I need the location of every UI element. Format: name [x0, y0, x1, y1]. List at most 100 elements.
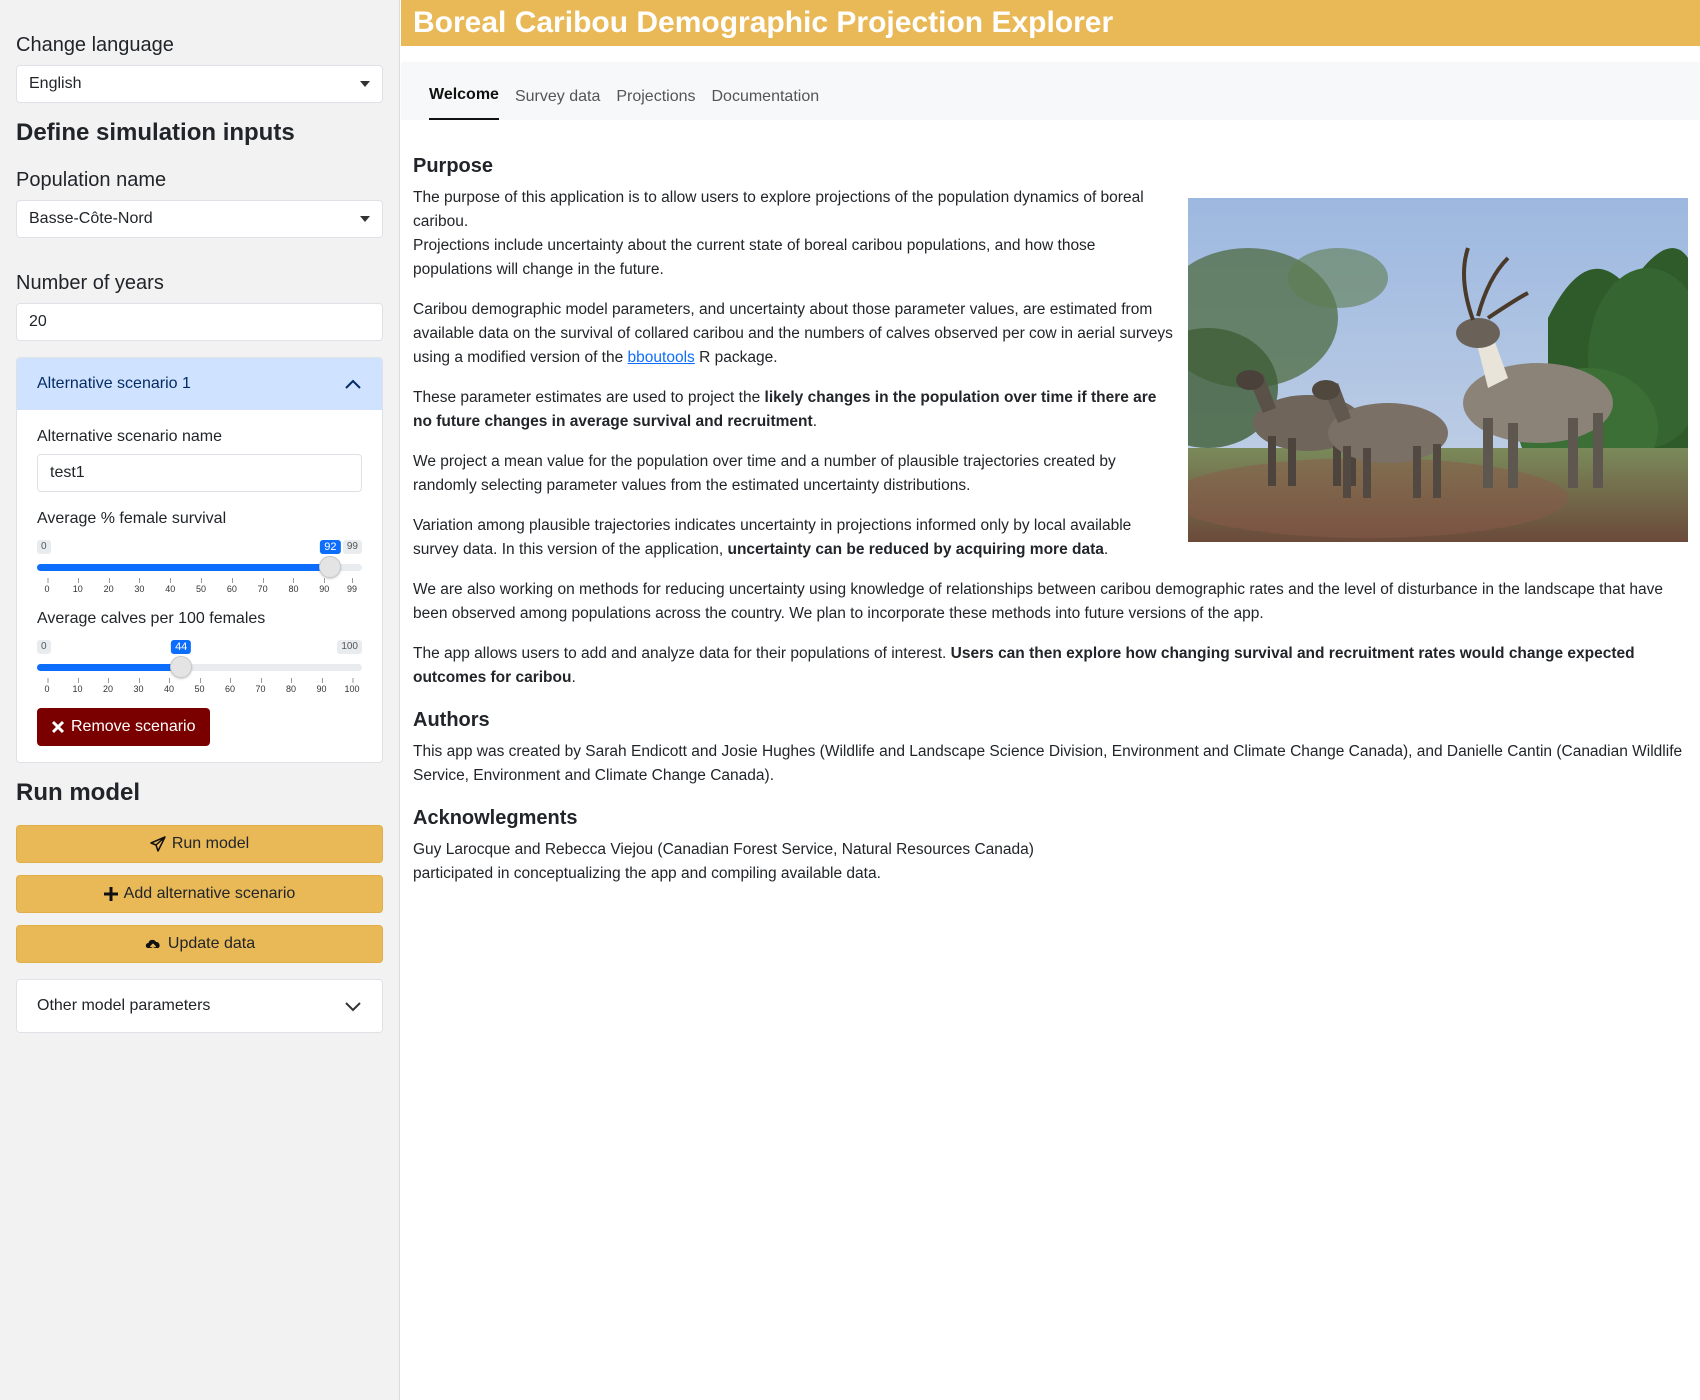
survival-label: Average % female survival [37, 510, 227, 527]
slider-tick: 0 [44, 678, 50, 694]
slider-fill [37, 564, 331, 571]
purpose-paragraph-6: We are also working on methods for reduc… [413, 581, 1663, 622]
slider-ticks: 0 10 20 30 40 50 60 70 80 90 99 [37, 576, 362, 596]
slider-tick: 0 [44, 578, 50, 594]
welcome-content: Purpose The purpose of this application … [413, 152, 1688, 902]
slider-tick: 40 [163, 678, 175, 694]
update-data-label: Update data [167, 935, 256, 952]
slider-tick: 80 [285, 678, 297, 694]
chevron-down-icon [360, 216, 370, 222]
years-label: Number of years [16, 272, 164, 294]
p3-text-end: . [812, 413, 817, 430]
slider-tick: 30 [134, 578, 145, 594]
paper-plane-icon [150, 836, 166, 852]
years-input[interactable]: 20 [16, 303, 383, 341]
population-select[interactable]: Basse-Côte-Nord [16, 200, 383, 238]
sidebar: Change language English Define simulatio… [0, 0, 400, 1400]
slider-tick: 50 [194, 678, 205, 694]
slider-handle[interactable] [319, 556, 342, 578]
tab-projections[interactable]: Projections [616, 80, 695, 120]
slider-tick: 90 [316, 678, 327, 694]
run-model-label: Run model [171, 835, 250, 852]
slider-value-label: 92 [320, 540, 341, 554]
ack-paragraph: Guy Larocque and Rebecca Viejou (Canadia… [413, 838, 1688, 886]
remove-scenario-button[interactable]: Remove scenario [37, 708, 210, 746]
slider-tick: 40 [165, 578, 176, 594]
tab-bar: Welcome Survey data Projections Document… [401, 62, 1700, 120]
slider-tick: 20 [102, 678, 114, 694]
scenario-title: Alternative scenario 1 [37, 375, 191, 392]
scenario-accordion-header[interactable]: Alternative scenario 1 [17, 358, 382, 410]
slider-tick: 90 [319, 578, 330, 594]
purpose-line-1: The purpose of this application is to al… [413, 189, 1144, 230]
p3-text: These parameter estimates are used to pr… [413, 389, 765, 406]
slider-tick: 70 [257, 578, 268, 594]
other-params-header[interactable]: Other model parameters [17, 980, 382, 1032]
slider-tick: 60 [226, 578, 237, 594]
chevron-up-icon [345, 379, 361, 389]
ack-line-2: participated in conceptualizing the app … [413, 865, 881, 882]
slider-tick: 99 [346, 578, 358, 594]
plus-icon [103, 887, 118, 901]
slider-min-label: 0 [37, 540, 51, 554]
slider-tick: 50 [196, 578, 207, 594]
slider-max-label: 99 [342, 540, 362, 554]
run-heading: Run model [16, 779, 140, 806]
app-title: Boreal Caribou Demographic Projection Ex… [401, 0, 1700, 46]
run-model-button[interactable]: Run model [16, 825, 383, 863]
p5-text-end: . [1103, 541, 1109, 558]
caribou-photo [1188, 198, 1688, 542]
other-params-label: Other model parameters [37, 997, 211, 1014]
survival-slider[interactable]: 0 99 92 0 10 20 30 40 50 60 70 80 90 99 [37, 532, 362, 596]
p2-text: Caribou demographic model parameters, an… [413, 301, 1173, 366]
scenario-accordion: Alternative scenario 1 Alternative scena… [16, 357, 383, 763]
p2-text-end: R package. [694, 349, 778, 366]
purpose-heading: Purpose [413, 155, 494, 177]
bboutools-link[interactable]: bboutools [628, 349, 695, 366]
language-label: Change language [16, 34, 174, 56]
tab-documentation[interactable]: Documentation [712, 80, 820, 120]
ack-heading: Acknowlegments [413, 807, 578, 829]
cloud-upload-icon [145, 939, 160, 951]
calves-slider[interactable]: 0 100 44 0 10 20 30 40 50 60 70 80 90 100 [37, 632, 362, 696]
slider-tick: 30 [133, 678, 144, 694]
slider-tick: 100 [344, 678, 360, 694]
slider-fill [37, 664, 182, 671]
chevron-down-icon [360, 81, 370, 87]
slider-tick: 10 [72, 578, 83, 594]
other-params-accordion: Other model parameters [16, 979, 383, 1033]
p7-text-end: . [571, 669, 576, 686]
ack-line-1: Guy Larocque and Rebecca Viejou (Canadia… [413, 841, 1034, 858]
slider-tick: 60 [224, 678, 236, 694]
inputs-heading: Define simulation inputs [16, 119, 295, 146]
add-scenario-button[interactable]: Add alternative scenario [16, 875, 383, 913]
scenario-accordion-body: Alternative scenario name test1 Average … [17, 410, 382, 762]
authors-heading: Authors [413, 709, 490, 731]
language-value: English [29, 75, 82, 92]
slider-tick: 70 [255, 678, 266, 694]
slider-tick: 80 [288, 578, 299, 594]
main-panel: Boreal Caribou Demographic Projection Ex… [401, 0, 1700, 1400]
population-value: Basse-Côte-Nord [29, 210, 153, 227]
tab-survey-data[interactable]: Survey data [515, 80, 600, 120]
slider-ticks: 0 10 20 30 40 50 60 70 80 90 100 [37, 676, 362, 696]
slider-tick: 20 [103, 578, 114, 594]
tab-welcome[interactable]: Welcome [429, 78, 499, 120]
scenario-name-input[interactable]: test1 [37, 454, 362, 492]
authors-paragraph: This app was created by Sarah Endicott a… [413, 743, 1683, 784]
slider-min-label: 0 [37, 640, 51, 654]
scenario-name-label: Alternative scenario name [37, 428, 222, 445]
update-data-button[interactable]: Update data [16, 925, 383, 963]
p7-text: The app allows users to add and analyze … [413, 645, 951, 662]
population-label: Population name [16, 169, 167, 191]
slider-handle[interactable] [170, 656, 193, 678]
slider-value-label: 44 [171, 640, 192, 654]
slider-max-label: 100 [337, 640, 362, 654]
purpose-line-2: Projections include uncertainty about th… [413, 237, 1096, 278]
slider-tick: 10 [72, 678, 83, 694]
chevron-down-icon [345, 1002, 361, 1012]
language-select[interactable]: English [16, 65, 383, 103]
add-scenario-label: Add alternative scenario [123, 885, 296, 902]
p5-bold: uncertainty can be reduced by acquiring … [727, 541, 1104, 558]
calves-label: Average calves per 100 females [37, 610, 266, 627]
